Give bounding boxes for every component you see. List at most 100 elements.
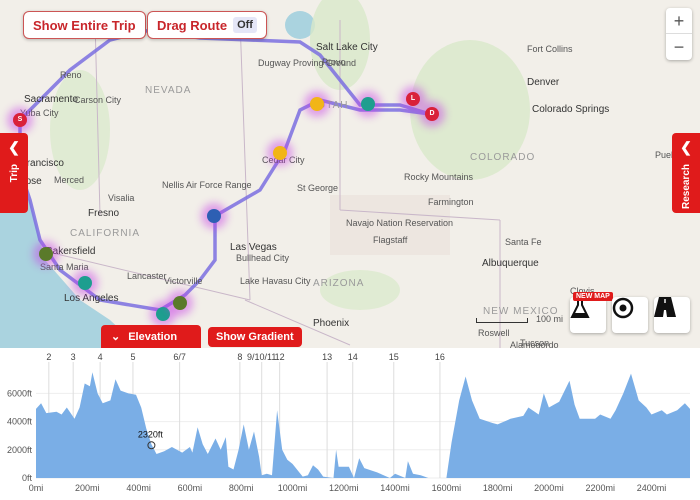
x-tick-label: 1400mi	[380, 483, 410, 493]
y-tick-label: 2000ft	[7, 445, 33, 455]
city-label: Sacramento	[24, 94, 78, 105]
waypoint-marker[interactable]: L	[406, 92, 420, 106]
poi-marker[interactable]	[273, 146, 287, 160]
waypoint-label: 5	[130, 352, 135, 362]
city-label: Rocky Mountains	[404, 172, 474, 182]
waypoint-marker[interactable]: D	[425, 107, 439, 121]
city-label: Roswell	[478, 328, 510, 338]
poi-marker[interactable]	[310, 97, 324, 111]
park-marker[interactable]	[39, 247, 53, 261]
city-label: Navajo Nation Reservation	[346, 218, 454, 228]
camp-marker[interactable]	[156, 307, 170, 321]
chevron-down-icon: ⌄	[111, 331, 121, 343]
elevation-toggle[interactable]: ⌄ Elevation	[101, 325, 201, 348]
research-panel-toggle[interactable]: ❮ Research	[672, 133, 700, 213]
new-map-button[interactable]	[570, 297, 606, 333]
trip-label: Trip	[8, 164, 20, 183]
chevron-left-icon: ❮	[8, 139, 20, 155]
drag-route-toggle[interactable]: Off	[233, 17, 257, 33]
city-label: Lancaster	[127, 271, 167, 281]
city-label: Phoenix	[313, 318, 350, 329]
x-tick-label: 1600mi	[432, 483, 462, 493]
city-label: Albuquerque	[482, 258, 539, 269]
x-tick-label: 800mi	[229, 483, 254, 493]
target-icon	[612, 297, 634, 319]
road-icon	[654, 297, 676, 317]
road-view-button[interactable]	[654, 297, 690, 333]
state-label: ARIZONA	[313, 278, 365, 289]
x-tick-label: 1200mi	[329, 483, 359, 493]
waypoint-label: 15	[389, 352, 399, 362]
waypoint-label: 2	[46, 352, 51, 362]
hover-label: 2320ft	[138, 429, 164, 439]
city-label: Carson City	[74, 95, 122, 105]
city-label: Santa Maria	[40, 262, 89, 272]
city-label: Salt Lake City	[316, 42, 378, 53]
state-label: COLORADO	[470, 152, 536, 163]
x-tick-label: 2000mi	[534, 483, 564, 493]
city-label: Farmington	[428, 197, 474, 207]
city-label: Lake Havasu City	[240, 276, 311, 286]
y-tick-label: 4000ft	[7, 417, 33, 427]
zoom-out-button[interactable]: −	[666, 34, 692, 60]
city-label: Visalia	[108, 193, 135, 203]
show-gradient-button[interactable]: Show Gradient	[208, 327, 302, 347]
new-map-badge: NEW MAP	[573, 292, 613, 301]
city-label: Dugway Proving Ground	[258, 58, 357, 68]
city-label: Denver	[527, 77, 560, 88]
city-label: Fresno	[88, 208, 120, 219]
state-label: NEVADA	[145, 85, 192, 96]
x-tick-label: 2200mi	[585, 483, 615, 493]
city-label: Las Vegas	[230, 242, 277, 253]
x-tick-label: 600mi	[178, 483, 203, 493]
map[interactable]: NEVADA UTAH COLORADO CALIFORNIA ARIZONA NEW M…	[0, 0, 700, 348]
city-label: Merced	[54, 175, 85, 185]
chevron-left-icon: ❮	[680, 139, 692, 155]
start-marker[interactable]: S	[13, 113, 27, 127]
y-tick-label: 0ft	[22, 473, 33, 483]
waypoint-label: 16	[435, 352, 445, 362]
city-label: Colorado Springs	[532, 104, 610, 115]
city-label: Alamogordo	[510, 340, 559, 348]
waypoint-label: 8	[237, 352, 242, 362]
zoom-in-button[interactable]: +	[666, 8, 692, 34]
city-label: Santa Fe	[505, 237, 542, 247]
city-label: Reno	[60, 70, 82, 80]
research-label: Research	[680, 164, 692, 210]
x-tick-label: 200mi	[75, 483, 100, 493]
locate-button[interactable]	[612, 297, 648, 333]
x-tick-label: 2400mi	[637, 483, 667, 493]
y-tick-label: 6000ft	[7, 388, 33, 398]
drag-route-label: Drag Route	[157, 17, 228, 33]
waypoint-label: 12	[275, 352, 285, 362]
trip-panel-toggle[interactable]: ❮ Trip	[0, 133, 28, 213]
city-label: Nellis Air Force Range	[162, 180, 252, 190]
state-label: CALIFORNIA	[70, 228, 141, 239]
camp-marker[interactable]	[78, 276, 92, 290]
camp-marker[interactable]	[361, 97, 375, 111]
waypoint-label: 13	[322, 352, 332, 362]
x-tick-label: 1000mi	[278, 483, 308, 493]
elevation-label: Elevation	[128, 330, 178, 343]
elevation-chart[interactable]: 0ft 2000ft 4000ft 6000ft 2 3 4 5 6/7 8 9/10/1112 13…	[0, 348, 700, 500]
waypoint-label: 9/10/11	[247, 352, 276, 362]
waypoint-label: 6/7	[173, 352, 186, 362]
las-vegas-marker[interactable]	[207, 209, 221, 223]
scale-bar	[476, 318, 528, 323]
city-label: Victorville	[164, 276, 203, 286]
waypoint-label: 14	[348, 352, 358, 362]
x-tick-label: 1800mi	[483, 483, 513, 493]
city-label: Fort Collins	[527, 44, 573, 54]
waypoint-label: 4	[98, 352, 103, 362]
x-tick-label: 0mi	[29, 483, 44, 493]
city-label: Bakersfield	[46, 246, 96, 257]
zoom-control: + −	[666, 8, 692, 60]
drag-route-button[interactable]: Drag Route Off	[147, 11, 267, 39]
city-label: Los Angeles	[64, 293, 119, 304]
park-marker[interactable]	[173, 296, 187, 310]
waypoint-label: 3	[71, 352, 76, 362]
city-label: Bullhead City	[236, 253, 290, 263]
show-entire-trip-button[interactable]: Show Entire Trip	[23, 11, 146, 39]
city-label: Flagstaff	[373, 235, 408, 245]
x-tick-label: 400mi	[126, 483, 151, 493]
